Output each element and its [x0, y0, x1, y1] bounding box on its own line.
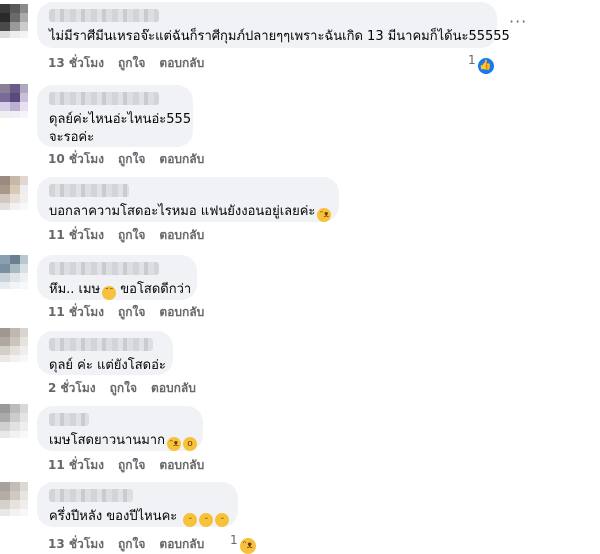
- comment-bubble: หึม.. เมษ ˘˘ ขอโสดดีกว่า: [37, 255, 197, 300]
- comment-text-line-2: จะรอค่ะ: [49, 130, 95, 145]
- comment-actions: 11 ชั่วโมง ถูกใจ ตอบกลับ: [48, 456, 218, 475]
- timestamp[interactable]: 2 ชั่วโมง: [48, 381, 96, 395]
- reaction-count[interactable]: 1 👍: [468, 53, 494, 74]
- reply-button[interactable]: ตอบกลับ: [151, 381, 196, 395]
- comment-text: เมษโสดยาวนานมาก ᵔᴥ o: [49, 432, 197, 451]
- grin-emoji-icon: ᵕ: [215, 513, 230, 527]
- comment-actions: 2 ชั่วโมง ถูกใจ ตอบกลับ: [48, 379, 210, 398]
- timestamp[interactable]: 11 ชั่วโมง: [48, 228, 104, 242]
- comment-actions: 11 ชั่วโมง ถูกใจ ตอบกลับ: [48, 226, 218, 245]
- comment-text-line-1: ดุลย์ค่ะไหนอ่ะไหนอ่ะ555: [49, 112, 192, 127]
- like-icon: 👍: [477, 58, 494, 74]
- hushed-emoji-icon: o: [182, 437, 197, 451]
- reply-button[interactable]: ตอบกลับ: [159, 305, 204, 319]
- rofl-emoji-icon: ᵔᴥ: [166, 437, 181, 451]
- author-name[interactable]: [49, 489, 133, 502]
- avatar[interactable]: [0, 84, 28, 118]
- author-name[interactable]: [49, 338, 153, 351]
- author-name[interactable]: [49, 184, 129, 197]
- comment-actions: 10 ชั่วโมง ถูกใจ ตอบกลับ: [48, 150, 218, 169]
- avatar[interactable]: [0, 328, 28, 362]
- grin-emoji-icon: ᵕ: [183, 513, 198, 527]
- like-button[interactable]: ถูกใจ: [118, 56, 145, 70]
- comment-text: ดุลย์ ค่ะ แต่ยังโสดอ่ะ: [49, 358, 166, 373]
- haha-icon: ᵔᴥ: [239, 538, 256, 554]
- author-name[interactable]: [49, 9, 159, 22]
- avatar[interactable]: [0, 176, 28, 210]
- comment-bubble: ไม่มีราศีมีนเหรอจ๊ะแต่ฉันก็ราศีกุมภ์ปลาย…: [37, 2, 510, 48]
- like-button[interactable]: ถูกใจ: [118, 305, 145, 319]
- reaction-count[interactable]: 1 ᵔᴥ: [230, 533, 256, 554]
- reply-button[interactable]: ตอบกลับ: [159, 228, 204, 242]
- comment-bubble: ดุลย์ ค่ะ แต่ยังโสดอ่ะ: [37, 331, 173, 375]
- more-options-icon[interactable]: ···: [509, 12, 527, 31]
- timestamp[interactable]: 13 ชั่วโมง: [48, 537, 104, 551]
- timestamp[interactable]: 11 ชั่วโมง: [48, 458, 104, 472]
- comment-actions: 13 ชั่วโมง ถูกใจ ตอบกลับ: [48, 535, 218, 554]
- comment-bubble: บอกลาความโสดอะไรหมอ แฟนยังงอนอยู่เลยค่ะ ᵔ…: [37, 177, 339, 222]
- comment-text: บอกลาความโสดอะไรหมอ แฟนยังงอนอยู่เลยค่ะ ᵔ…: [49, 203, 332, 222]
- timestamp[interactable]: 10 ชั่วโมง: [48, 152, 104, 166]
- laughing-emoji-icon: ᵔᴥ: [317, 208, 332, 222]
- reply-button[interactable]: ตอบกลับ: [159, 56, 204, 70]
- author-name[interactable]: [49, 92, 159, 105]
- like-button[interactable]: ถูกใจ: [110, 381, 137, 395]
- like-button[interactable]: ถูกใจ: [118, 537, 145, 551]
- reply-button[interactable]: ตอบกลับ: [159, 458, 204, 472]
- comment-text: หึม.. เมษ ˘˘ ขอโสดดีกว่า: [49, 282, 192, 300]
- comment-actions: 11 ชั่วโมง ถูกใจ ตอบกลับ: [48, 303, 218, 322]
- avatar[interactable]: [0, 255, 28, 289]
- avatar[interactable]: [0, 482, 28, 516]
- comment-bubble: เมษโสดยาวนานมาก ᵔᴥ o: [37, 406, 203, 451]
- comment-actions: 13 ชั่วโมง ถูกใจ ตอบกลับ: [48, 54, 218, 73]
- comment-text: ครึ่งปีหลัง ของปีไหนคะ ᵕᵕᵕ: [49, 508, 230, 527]
- timestamp[interactable]: 11 ชั่วโมง: [48, 305, 104, 319]
- reply-button[interactable]: ตอบกลับ: [159, 152, 204, 166]
- comment-bubble: ดุลย์ค่ะไหนอ่ะไหนอ่ะ555 จะรอค่ะ: [37, 85, 193, 147]
- like-button[interactable]: ถูกใจ: [118, 152, 145, 166]
- timestamp[interactable]: 13 ชั่วโมง: [48, 56, 104, 70]
- avatar[interactable]: [0, 404, 28, 438]
- reply-button[interactable]: ตอบกลับ: [159, 537, 204, 551]
- author-name[interactable]: [49, 262, 159, 275]
- avatar[interactable]: [0, 4, 28, 38]
- comment-text: ไม่มีราศีมีนเหรอจ๊ะแต่ฉันก็ราศีกุมภ์ปลาย…: [49, 29, 510, 44]
- like-button[interactable]: ถูกใจ: [118, 458, 145, 472]
- comment-bubble: ครึ่งปีหลัง ของปีไหนคะ ᵕᵕᵕ: [37, 482, 238, 527]
- thinking-emoji-icon: ˘˘: [102, 286, 117, 300]
- like-button[interactable]: ถูกใจ: [118, 228, 145, 242]
- author-name[interactable]: [49, 413, 89, 426]
- grin-emoji-icon: ᵕ: [199, 513, 214, 527]
